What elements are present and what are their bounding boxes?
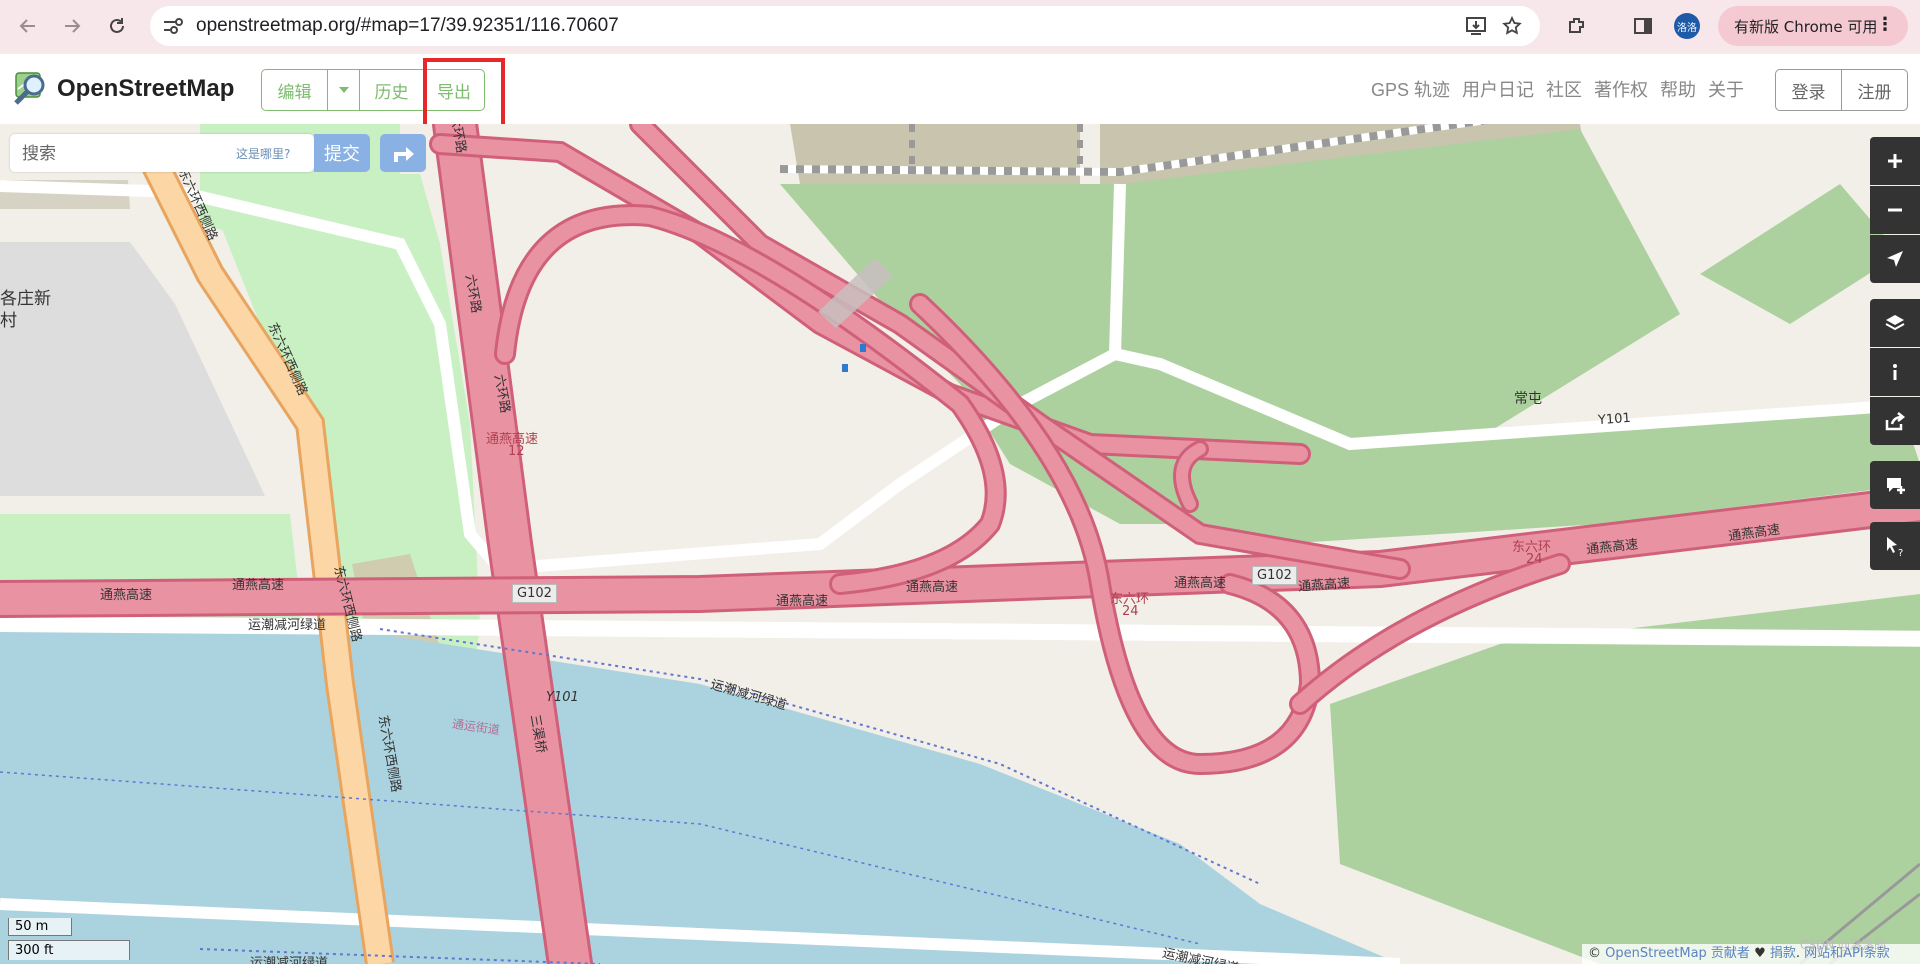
login-button[interactable]: 登录 xyxy=(1776,70,1842,110)
profile-avatar[interactable]: 洛洛 xyxy=(1674,13,1700,39)
back-arrow-icon[interactable] xyxy=(12,10,44,42)
layers-button[interactable] xyxy=(1870,299,1920,347)
history-button[interactable]: 历史 xyxy=(360,70,424,110)
site-info-icon[interactable] xyxy=(162,16,184,36)
road-label: 12 xyxy=(508,444,525,459)
layers-icon xyxy=(1885,315,1905,331)
edit-button[interactable]: 编辑 xyxy=(262,70,328,110)
road-label: 通燕高速 xyxy=(776,594,829,609)
share-button[interactable] xyxy=(1870,397,1920,445)
svg-text:?: ? xyxy=(1898,548,1903,557)
browser-toolbar: openstreetmap.org/#map=17/39.92351/116.7… xyxy=(0,0,1920,52)
location-arrow-icon xyxy=(1887,251,1903,267)
road-label: 通燕高速 xyxy=(906,580,959,595)
zoom-in-button[interactable] xyxy=(1870,137,1920,185)
note-add-icon xyxy=(1887,478,1905,494)
edit-dropdown-button[interactable] xyxy=(328,70,360,110)
where-is-this-link[interactable]: 这是哪里? xyxy=(236,145,290,162)
chrome-update-button[interactable]: 有新版 Chrome 可用 ⋮ xyxy=(1718,6,1908,46)
reload-icon[interactable] xyxy=(101,10,133,42)
donate-link[interactable]: 捐款 xyxy=(1770,946,1796,961)
cursor-question-icon: ? xyxy=(1887,537,1903,557)
url-text[interactable]: openstreetmap.org/#map=17/39.92351/116.7… xyxy=(196,15,619,37)
road-label: Y101 xyxy=(546,690,579,705)
locate-button[interactable] xyxy=(1870,235,1920,283)
nav-link-about[interactable]: 关于 xyxy=(1708,76,1744,102)
nav-link-copyright[interactable]: 著作权 xyxy=(1594,76,1648,102)
site-title[interactable]: OpenStreetMap xyxy=(57,75,234,103)
directions-button[interactable] xyxy=(380,134,426,172)
search-box: 这是哪里? xyxy=(10,134,314,174)
add-note-button[interactable] xyxy=(1870,461,1920,509)
zoom-out-button[interactable] xyxy=(1870,186,1920,234)
bookmark-star-icon[interactable] xyxy=(1500,14,1524,38)
road-label: 通燕高速 xyxy=(100,588,153,603)
export-highlight-box xyxy=(423,58,505,130)
address-bar[interactable]: openstreetmap.org/#map=17/39.92351/116.7… xyxy=(150,6,1540,46)
caret-down-icon xyxy=(338,87,349,93)
route-shield: G102 xyxy=(512,584,557,603)
road-label: 24 xyxy=(1122,604,1139,619)
road-label: Y101 xyxy=(1597,410,1632,429)
route-shield: G102 xyxy=(1252,566,1297,585)
install-app-icon[interactable] xyxy=(1464,14,1488,38)
extensions-icon[interactable] xyxy=(1562,12,1592,40)
secondary-nav: GPS 轨迹 用户日记 社区 著作权 帮助 关于 xyxy=(1371,76,1744,102)
attribution-prefix: © xyxy=(1588,946,1606,961)
minus-icon xyxy=(1888,208,1902,212)
forward-arrow-icon[interactable] xyxy=(56,10,88,42)
watermark: CSDN @洛洛的 xyxy=(1800,938,1887,952)
nav-link-help[interactable]: 帮助 xyxy=(1660,76,1696,102)
more-menu-icon[interactable]: ⋮ xyxy=(1876,14,1894,35)
update-label: 有新版 Chrome 可用 xyxy=(1734,17,1878,36)
plus-icon xyxy=(1888,154,1902,168)
site-header: OpenStreetMap 编辑 历史 导出 GPS 轨迹 用户日记 社区 著作… xyxy=(0,54,1920,124)
road-label: 通燕高速 xyxy=(1174,576,1227,591)
road-label: 24 xyxy=(1526,552,1543,567)
attribution-heart: ♥ xyxy=(1749,946,1770,961)
auth-button-group: 登录 注册 xyxy=(1775,69,1908,111)
road-label: 通燕高速 xyxy=(1297,576,1351,595)
map-canvas[interactable]: 常屯 各庄新 村 东六环西侧路 东六环西侧路 东六环西侧路 东六环西侧路 六环路… xyxy=(0,124,1920,964)
signup-button[interactable]: 注册 xyxy=(1842,70,1907,110)
info-icon xyxy=(1893,364,1897,380)
search-input[interactable] xyxy=(20,134,234,174)
nav-link-user-diaries[interactable]: 用户日记 xyxy=(1462,76,1534,102)
nav-link-communities[interactable]: 社区 xyxy=(1546,76,1582,102)
place-label: 常屯 xyxy=(1514,391,1542,407)
side-panel-icon[interactable] xyxy=(1628,12,1658,40)
scale-imperial: 300 ft xyxy=(8,940,130,960)
road-label: 运潮减河绿道 xyxy=(248,618,327,633)
share-icon xyxy=(1885,412,1906,431)
road-label: 通燕高速 xyxy=(232,578,285,593)
osm-contributors-link[interactable]: OpenStreetMap 贡献者 xyxy=(1605,946,1750,961)
scale-metric: 50 m xyxy=(8,918,72,936)
map-key-button[interactable] xyxy=(1870,348,1920,396)
osm-logo-icon[interactable] xyxy=(12,69,52,109)
query-features-button[interactable]: ? xyxy=(1870,522,1920,570)
search-submit-button[interactable]: 提交 xyxy=(314,134,370,172)
nav-link-gps-traces[interactable]: GPS 轨迹 xyxy=(1371,76,1450,102)
place-label: 村 xyxy=(0,311,17,331)
directions-icon xyxy=(394,147,414,162)
road-label: 运潮减河绿道 xyxy=(250,956,329,964)
